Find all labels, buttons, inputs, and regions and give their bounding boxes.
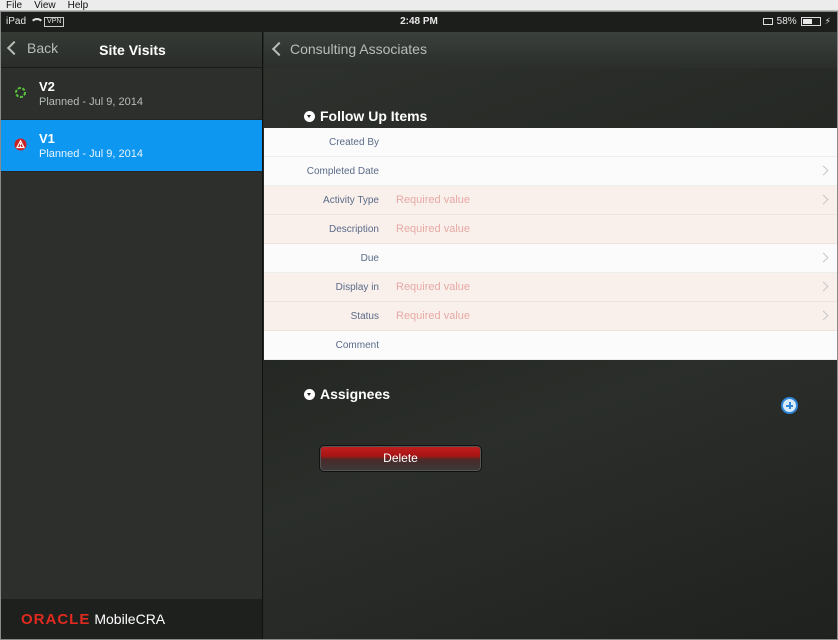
chevron-right-icon [818, 310, 829, 321]
status-time: 2:48 PM [400, 16, 438, 27]
menu-view[interactable]: View [28, 0, 62, 11]
field-row-comment[interactable]: Comment [264, 331, 837, 360]
field-value: Required value [396, 310, 470, 322]
field-row-activity-type[interactable]: Activity Type Required value [264, 186, 837, 215]
field-label: Status [350, 311, 379, 322]
field-row-status[interactable]: Status Required value [264, 302, 837, 331]
warning-icon [14, 138, 27, 151]
battery-icon [800, 17, 821, 26]
left-nav-bar: Back Site Visits [1, 32, 262, 68]
field-row-created-by[interactable]: Created By [264, 128, 837, 157]
visit-name: V2 [39, 79, 55, 94]
menu-file[interactable]: File [0, 0, 28, 11]
delete-button[interactable]: Delete [319, 445, 482, 472]
brand-footer: ORACLE MobileCRA [1, 599, 262, 639]
loading-icon [15, 87, 26, 98]
detail-pane: Consulting Associates Follow Up Items Cr… [264, 32, 837, 639]
screen-mirroring-icon [762, 18, 773, 25]
collapse-toggle-icon [304, 388, 315, 400]
host-menu-bar: File View Help [0, 0, 838, 11]
field-row-description[interactable]: Description Required value [264, 215, 837, 244]
chevron-left-icon [271, 41, 287, 57]
chevron-right-icon [818, 281, 829, 292]
back-to-account-button[interactable]: Consulting Associates [271, 41, 427, 57]
pane-title: Site Visits [99, 42, 166, 58]
back-to-account-label: Consulting Associates [290, 41, 427, 57]
field-row-completed-date[interactable]: Completed Date [264, 157, 837, 186]
visit-list-item[interactable]: V2 Planned - Jul 9, 2014 [1, 68, 262, 120]
charging-bolt-icon: ⚡ [824, 16, 831, 26]
follow-up-form: Created By Completed Date Activity Type … [264, 128, 837, 360]
field-row-due[interactable]: Due [264, 244, 837, 273]
chevron-right-icon [818, 194, 829, 205]
section-title: Follow Up Items [320, 108, 428, 124]
visit-subtitle: Planned - Jul 9, 2014 [39, 96, 143, 108]
field-value: Required value [396, 194, 470, 206]
visit-list-item-selected[interactable]: V1 Planned - Jul 9, 2014 [1, 120, 262, 172]
field-value: Required value [396, 223, 470, 235]
collapse-toggle-icon [304, 110, 315, 122]
field-label: Activity Type [323, 195, 379, 206]
field-label: Created By [328, 137, 379, 148]
battery-percent: 58% [776, 16, 797, 27]
field-label: Display in [335, 282, 379, 293]
menu-help[interactable]: Help [62, 0, 95, 11]
field-label: Completed Date [306, 166, 379, 177]
product-name: MobileCRA [94, 611, 166, 627]
assignees-section-header[interactable]: Assignees [304, 386, 390, 402]
visit-subtitle: Planned - Jul 9, 2014 [39, 148, 143, 160]
chevron-right-icon [818, 252, 829, 263]
field-label: Description [328, 224, 379, 235]
add-assignee-plus-icon[interactable] [781, 397, 798, 414]
site-visits-pane: Back Site Visits V2 Planned - Jul 9, 201… [1, 32, 263, 639]
oracle-logo: ORACLE [21, 610, 91, 628]
field-row-display-in[interactable]: Display in Required value [264, 273, 837, 302]
field-label: Due [360, 253, 379, 264]
chevron-right-icon [818, 165, 829, 176]
field-label: Comment [335, 340, 379, 351]
section-title: Assignees [320, 386, 391, 402]
right-nav-bar: Consulting Associates [264, 32, 837, 68]
ipad-screen: iPad VPN 2:48 PM 58% ⚡ Back Site Visits … [0, 11, 838, 640]
status-bar: iPad VPN 2:48 PM 58% ⚡ [1, 12, 837, 32]
visit-name: V1 [39, 131, 55, 146]
field-value: Required value [396, 281, 470, 293]
follow-up-section-header[interactable]: Follow Up Items [304, 108, 427, 124]
